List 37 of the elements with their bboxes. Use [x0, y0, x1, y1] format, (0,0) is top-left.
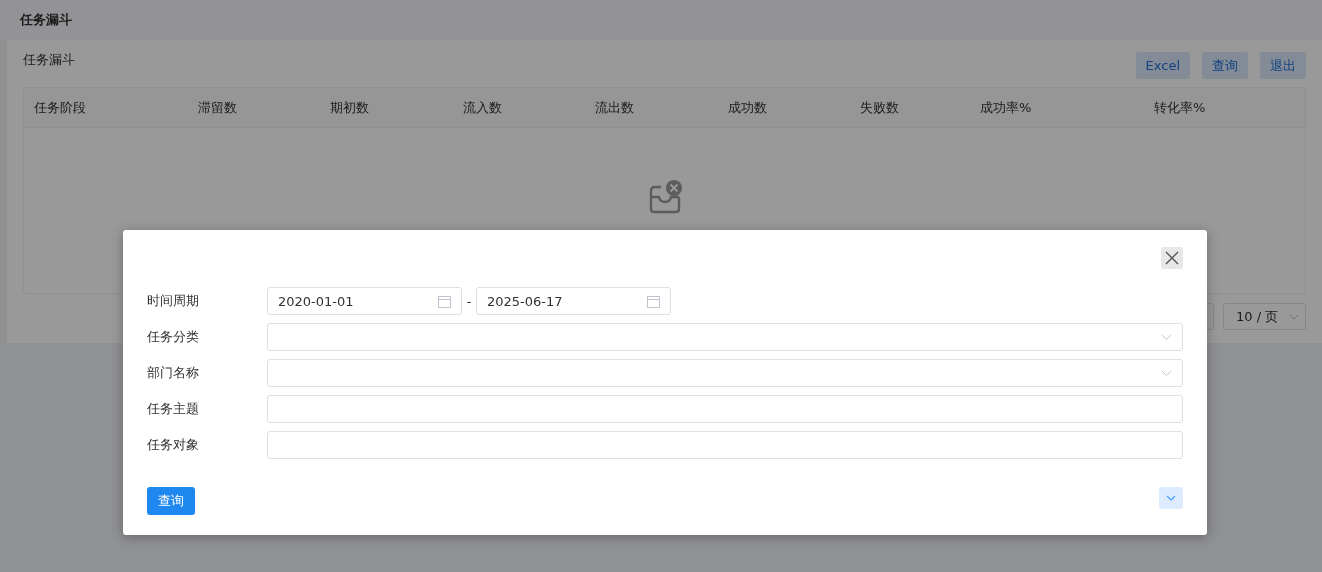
calendar-icon	[647, 294, 660, 308]
date-field[interactable]: 2020-01-01	[267, 287, 462, 315]
close-button[interactable]	[1161, 247, 1183, 269]
column-header: 流出数	[594, 98, 635, 117]
close-icon	[1165, 251, 1179, 265]
column-header: 转化率%	[1153, 98, 1207, 117]
input-field[interactable]	[267, 431, 1183, 459]
chevron-down-icon	[1161, 369, 1172, 377]
search-button[interactable]: 查询	[147, 487, 195, 515]
chevron-down-icon	[1289, 313, 1299, 320]
calendar-icon	[438, 294, 451, 308]
field-label: 部门名称	[147, 364, 200, 382]
select-field[interactable]	[267, 323, 1183, 351]
column-header: 流入数	[462, 98, 503, 117]
panel-title: 任务漏斗	[23, 50, 75, 69]
range-separator: -	[465, 293, 473, 309]
column-header: 成功数	[727, 98, 768, 117]
toolbar-button[interactable]: 退出	[1260, 52, 1306, 79]
page-size-select[interactable]: 10 / 页	[1223, 303, 1306, 330]
field-label: 时间周期	[147, 292, 200, 310]
select-field[interactable]	[267, 359, 1183, 387]
date-field[interactable]: 2025-06-17	[476, 287, 671, 315]
field-label: 任务主题	[147, 400, 200, 418]
column-header: 任务阶段	[33, 98, 87, 117]
column-header: 成功率%	[979, 98, 1033, 117]
column-header: 期初数	[329, 98, 370, 117]
chevron-down-icon	[1166, 495, 1176, 501]
page-title: 任务漏斗	[20, 11, 72, 29]
field-label: 任务对象	[147, 436, 200, 454]
column-header: 滞留数	[197, 98, 238, 117]
input-field[interactable]	[267, 395, 1183, 423]
expand-button[interactable]	[1159, 487, 1183, 509]
chevron-down-icon	[1161, 333, 1172, 341]
toolbar-button[interactable]: 查询	[1202, 52, 1248, 79]
toolbar-button[interactable]: Excel	[1135, 52, 1190, 79]
field-label: 任务分类	[147, 328, 200, 346]
column-header: 失败数	[859, 98, 900, 117]
